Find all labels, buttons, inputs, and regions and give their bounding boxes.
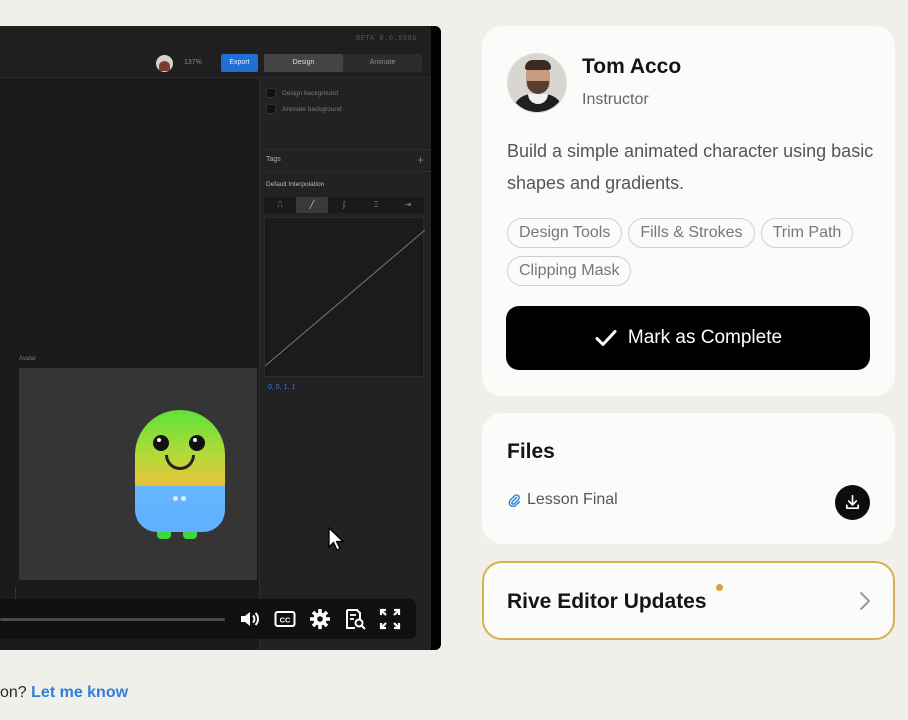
editor-export-button: Export xyxy=(221,54,258,72)
linear-curve-icon: ╱ xyxy=(296,197,328,213)
editor-avatar xyxy=(156,55,173,72)
files-card: Files Lesson Final xyxy=(482,413,895,544)
editor-tab-animate: Animate xyxy=(369,59,396,66)
checkmark-icon xyxy=(595,330,617,346)
download-button[interactable] xyxy=(835,485,870,520)
notification-dot xyxy=(716,584,723,591)
paperclip-icon xyxy=(508,494,520,507)
feedback-prompt: on? Let me know xyxy=(0,684,128,702)
feedback-prompt-text: on? xyxy=(0,684,32,701)
instructor-role: Instructor xyxy=(582,91,649,108)
player-controls: CC xyxy=(0,599,416,639)
rive-editor-updates-card[interactable]: Rive Editor Updates xyxy=(482,561,895,640)
design-background-row: Design background xyxy=(266,87,338,99)
interpolation-title: Default Interpolation xyxy=(266,181,325,188)
instructor-card: Tom Acco Instructor Build a simple anima… xyxy=(482,26,895,396)
files-title: Files xyxy=(507,440,555,463)
tag-chip[interactable]: Trim Path xyxy=(760,218,854,248)
editor-zoom: 137% xyxy=(184,59,202,66)
animate-background-row: Animate background xyxy=(266,103,342,115)
settings-gear-icon[interactable] xyxy=(308,607,332,631)
progress-bar[interactable] xyxy=(0,618,225,621)
updates-title: Rive Editor Updates xyxy=(507,590,707,613)
editor-mode-tabs: Design Animate xyxy=(264,54,422,72)
lesson-tags: Design Tools Fills & Strokes Trim Path C… xyxy=(507,218,877,286)
artboard xyxy=(19,368,257,580)
editor-version: BETA 0.0.586b xyxy=(355,35,417,43)
rive-editor-screen: BETA 0.0.586b 137% Export Design Animate… xyxy=(0,26,432,650)
transcript-search-icon[interactable] xyxy=(343,607,367,631)
mouse-cursor-icon xyxy=(328,526,346,553)
video-player[interactable]: BETA 0.0.586b 137% Export Design Animate… xyxy=(0,26,441,650)
tag-chip[interactable]: Clipping Mask xyxy=(507,256,632,286)
fullscreen-icon[interactable] xyxy=(378,607,402,631)
editor-inspector-panel: Design background Animate background Tag… xyxy=(259,79,432,650)
mark-complete-label: Mark as Complete xyxy=(627,327,783,348)
cubic-curve-icon: ∫ xyxy=(342,200,346,209)
svg-text:CC: CC xyxy=(280,616,291,625)
hold-curve-icon: ⎍ xyxy=(277,200,283,209)
editor-topbar: BETA 0.0.586b 137% Export Design Animate xyxy=(0,26,431,78)
let-me-know-link[interactable]: Let me know xyxy=(31,684,128,701)
tags-section: Tags + xyxy=(260,149,432,171)
editor-canvas: Avatar xyxy=(0,79,258,650)
artboard-label: Avatar xyxy=(19,356,37,362)
plus-icon: + xyxy=(416,153,424,167)
interpolation-graph xyxy=(264,217,425,377)
chevron-right-icon xyxy=(860,592,870,610)
download-icon xyxy=(845,495,860,510)
checkbox-icon xyxy=(266,88,276,98)
file-name: Lesson Final xyxy=(527,491,618,508)
checkbox-icon xyxy=(266,104,276,114)
captions-icon[interactable]: CC xyxy=(273,607,297,631)
file-item[interactable]: Lesson Final xyxy=(507,491,618,509)
tag-chip[interactable]: Design Tools xyxy=(507,218,623,248)
mark-complete-button[interactable]: Mark as Complete xyxy=(506,306,870,370)
instructor-name: Tom Acco xyxy=(582,55,682,78)
instructor-avatar xyxy=(507,53,567,113)
volume-icon[interactable] xyxy=(238,607,262,631)
elastic-curve-icon: ⌶ xyxy=(373,200,379,209)
interpolation-values: 0, 0, 1, 1 xyxy=(268,384,296,391)
interpolation-buttons: ⎍ ╱ ∫ ⌶ ⇥ xyxy=(264,197,424,213)
lesson-description: Build a simple animated character using … xyxy=(507,141,874,193)
tag-chip[interactable]: Fills & Strokes xyxy=(628,218,755,248)
editor-tab-design: Design xyxy=(264,54,343,72)
character-illustration xyxy=(135,410,225,542)
step-curve-icon: ⇥ xyxy=(404,200,412,209)
